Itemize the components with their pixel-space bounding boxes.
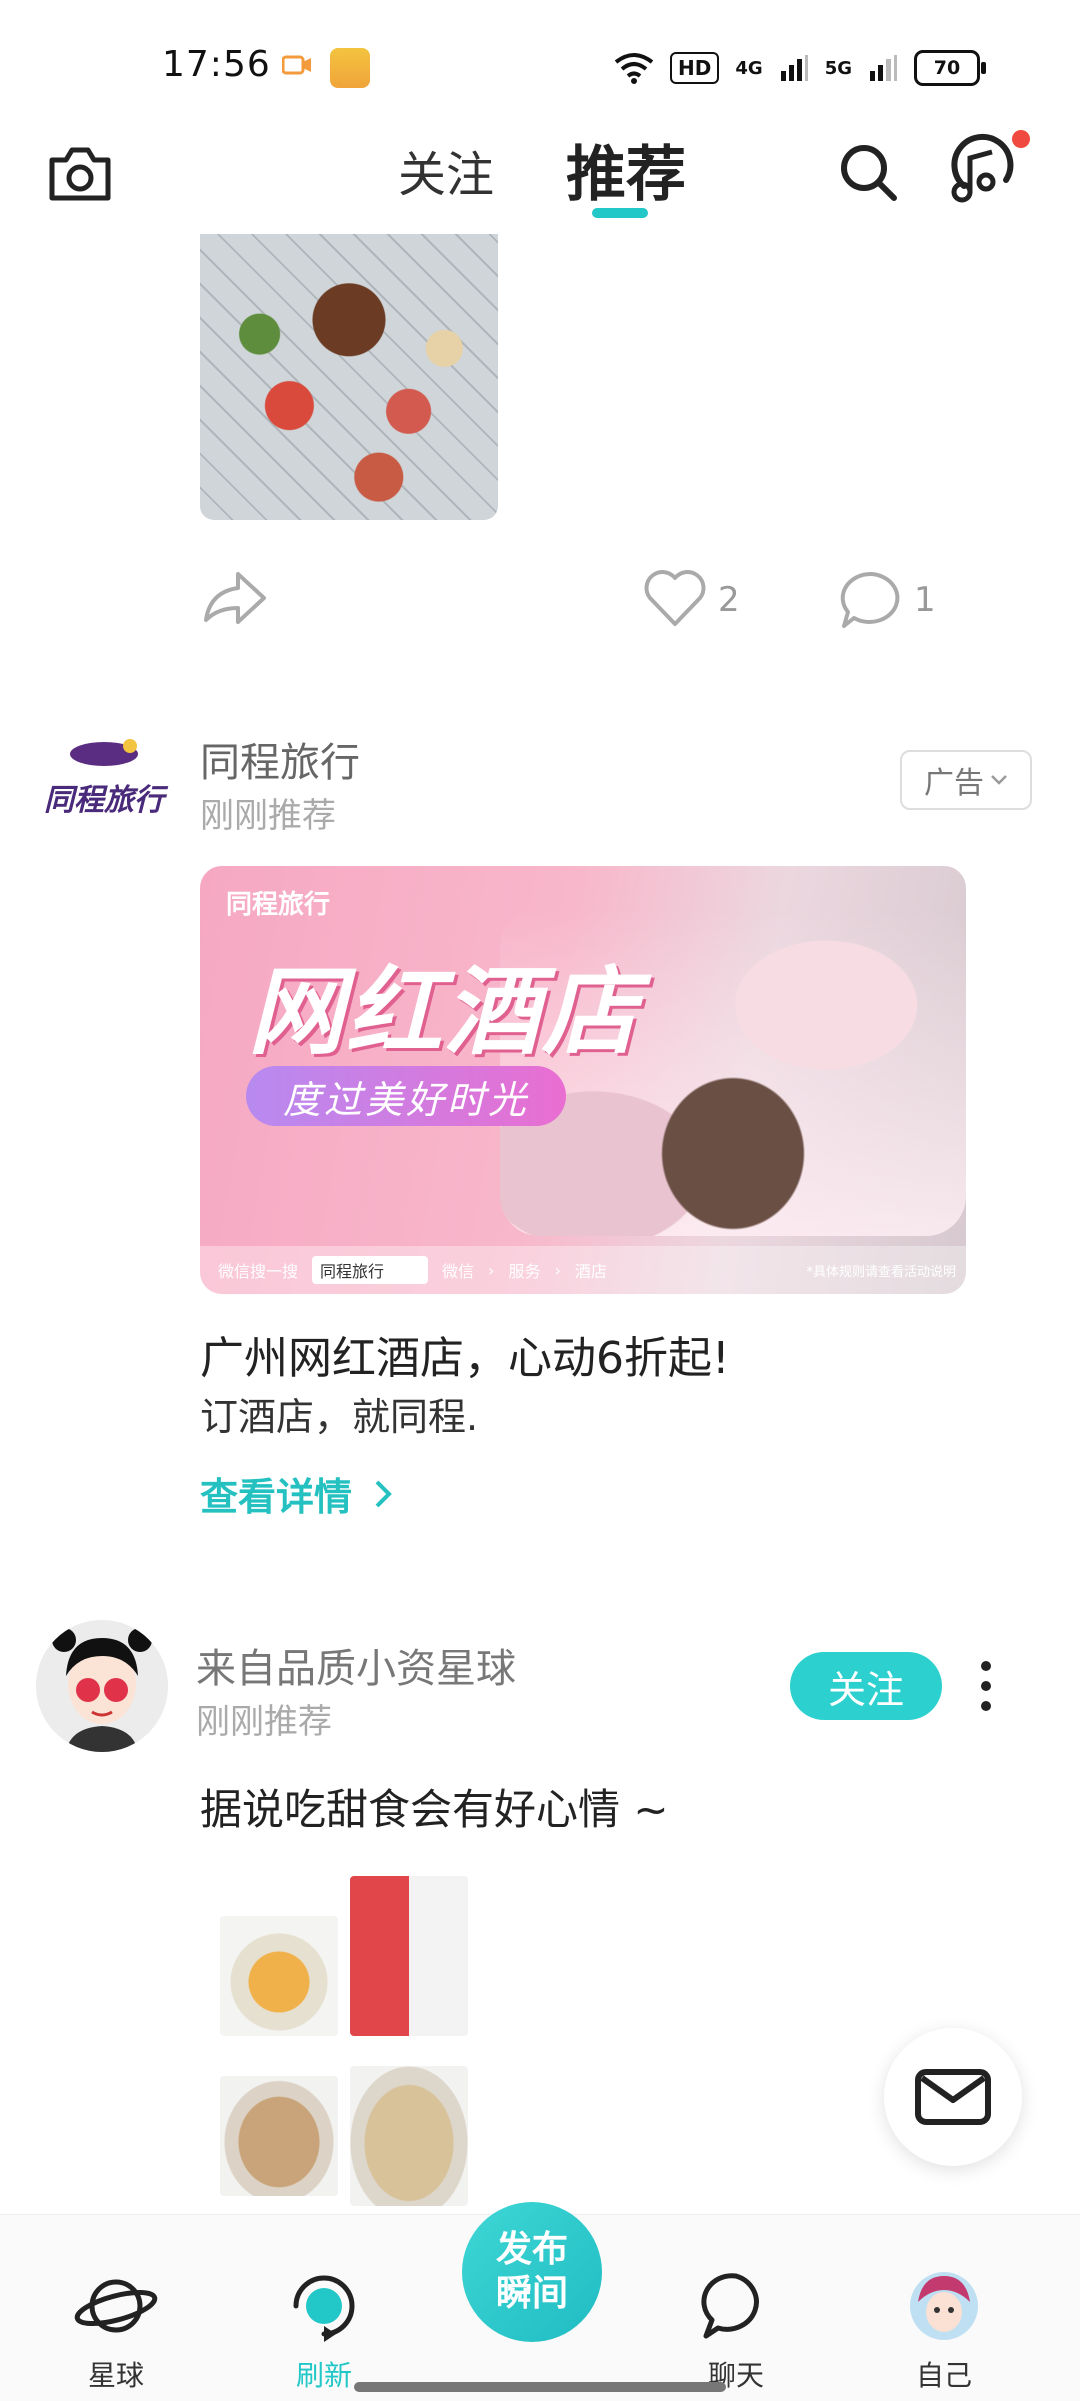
share-icon[interactable] <box>200 566 270 630</box>
nav-item-chat[interactable]: 聊天 <box>676 2268 796 2392</box>
nav-label-planet: 星球 <box>87 2359 144 2392</box>
music-icon[interactable] <box>942 128 1022 208</box>
ad-brand-logo[interactable]: 同程旅行 <box>34 730 174 840</box>
post-image-bbq[interactable] <box>200 234 498 520</box>
collage-image-3 <box>220 2076 338 2196</box>
publish-moment-button[interactable]: 发布 瞬间 <box>462 2202 602 2342</box>
search-icon[interactable] <box>836 140 900 204</box>
banner-footer-sep: › <box>554 1260 561 1280</box>
svg-text:同程旅行: 同程旅行 <box>44 783 169 818</box>
refresh-icon <box>293 2275 355 2342</box>
comment-count: 1 <box>914 580 936 620</box>
ad-badge[interactable]: 广告 <box>900 750 1032 810</box>
collage-image-4 <box>350 2066 468 2206</box>
ad-banner[interactable]: 同程旅行 网红酒店 度过美好时光 微信搜一搜 同程旅行 微信 › 服务 › 酒店… <box>200 866 966 1294</box>
collage-image-2 <box>350 1876 468 2036</box>
banner-logo: 同程旅行 <box>226 890 331 920</box>
message-fab[interactable] <box>884 2028 1022 2166</box>
post-text: 据说吃甜食会有好心情 ~ <box>200 1785 669 1834</box>
nav-label-me: 自己 <box>915 2359 972 2392</box>
profile-avatar-icon <box>910 2272 978 2340</box>
like-count: 2 <box>718 580 740 620</box>
ad-detail-link[interactable]: 查看详情 <box>200 1466 392 1521</box>
comment-icon[interactable] <box>838 568 904 630</box>
planet-icon <box>74 2279 158 2333</box>
signal-icon-2 <box>870 55 897 81</box>
post-image-collage[interactable] <box>220 1876 480 2206</box>
status-time: 17:56 <box>162 44 271 85</box>
camera-icon[interactable] <box>46 144 114 204</box>
nav-item-planet[interactable]: 星球 <box>56 2268 176 2392</box>
publish-label-group: 发布 瞬间 <box>496 2228 568 2316</box>
banner-title: 网红酒店 <box>248 956 640 1068</box>
banner-footer-prefix: 微信搜一搜 <box>218 1262 299 1281</box>
weibo-icon <box>330 48 370 88</box>
banner-footer-item-3: 酒店 <box>574 1262 607 1281</box>
mail-icon <box>915 2069 991 2125</box>
publish-label-line2: 瞬间 <box>495 2273 568 2314</box>
tab-active-indicator <box>592 208 648 218</box>
banner-search-box: 同程旅行 <box>312 1256 429 1284</box>
battery-icon: 70 <box>914 50 986 86</box>
follow-button[interactable]: 关注 <box>790 1652 942 1720</box>
ad-account-name[interactable]: 同程旅行 <box>200 730 360 788</box>
status-right-group: HD 4G 5G 70 <box>614 46 986 90</box>
ad-description: 订酒店，就同程. <box>200 1395 479 1439</box>
chat-icon <box>701 2273 759 2339</box>
banner-note: *具体规则请查看活动说明 <box>806 1264 956 1280</box>
network-4g-label: 4G <box>735 57 763 79</box>
banner-footer-item-2: 服务 <box>508 1262 541 1281</box>
post-subtitle: 刚刚推荐 <box>196 1702 332 1742</box>
banner-pill: 度过美好时光 <box>246 1066 566 1126</box>
tab-follow[interactable]: 关注 <box>398 135 494 205</box>
nav-item-me[interactable]: 自己 <box>884 2268 1004 2392</box>
battery-level: 70 <box>933 57 961 79</box>
notification-dot <box>1012 130 1030 148</box>
network-5g-label: 5G <box>824 57 852 79</box>
banner-footer-sep: › <box>488 1260 495 1280</box>
banner-footer-item-1: 微信 <box>442 1262 475 1281</box>
avatar[interactable] <box>36 1620 168 1752</box>
more-options-icon[interactable] <box>976 1658 996 1714</box>
like-icon[interactable] <box>642 568 708 628</box>
ad-link-label: 查看详情 <box>200 1475 353 1519</box>
hd-indicator: HD <box>670 52 720 84</box>
signal-icon-1 <box>780 55 808 81</box>
ad-subtitle: 刚刚推荐 <box>200 796 336 836</box>
wifi-icon <box>614 53 654 84</box>
ad-badge-label: 广告 <box>924 766 984 801</box>
home-indicator[interactable] <box>354 2382 726 2392</box>
post-author-name[interactable]: 来自品质小资星球 <box>196 1636 516 1694</box>
banner-footer: 微信搜一搜 同程旅行 微信 › 服务 › 酒店 *具体规则请查看活动说明 <box>200 1246 966 1294</box>
tab-recommend[interactable]: 推荐 <box>566 126 686 213</box>
chevron-down-icon <box>991 775 1007 785</box>
ad-title[interactable]: 广州网红酒店，心动6折起! <box>200 1322 730 1386</box>
collage-image-1 <box>220 1916 338 2036</box>
avatar-illustration <box>36 1620 168 1752</box>
screen-record-icon <box>282 55 311 75</box>
publish-label-line1: 发布 <box>495 2229 568 2270</box>
nav-item-refresh[interactable]: 刷新 <box>264 2268 384 2392</box>
chevron-right-icon <box>375 1480 392 1507</box>
